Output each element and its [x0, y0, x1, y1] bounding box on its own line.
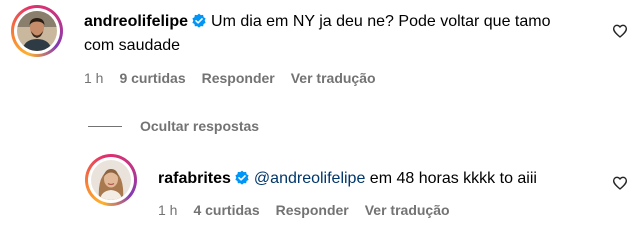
likes-count[interactable]: 9 curtidas [119, 70, 185, 86]
profile-photo [91, 160, 131, 200]
timestamp: 1 h [158, 202, 178, 218]
divider-line [88, 125, 122, 127]
reply-comment: rafabrites @andreolifelipe em 48 horas kk… [0, 150, 640, 243]
comment-meta: 1 h 4 curtidas Responder Ver tradução [158, 202, 466, 218]
likes-count[interactable]: 4 curtidas [193, 202, 259, 218]
timestamp: 1 h [84, 70, 104, 86]
comment-text: em 48 horas kkkk to aiii [365, 170, 537, 187]
profile-photo [17, 11, 57, 51]
hide-replies-button[interactable]: Ocultar respostas [88, 117, 259, 135]
avatar[interactable] [85, 154, 137, 206]
see-translation-button[interactable]: Ver tradução [365, 202, 450, 218]
heart-outline-icon[interactable] [612, 175, 628, 191]
username-link[interactable]: andreolifelipe [84, 13, 188, 30]
avatar[interactable] [11, 5, 63, 57]
comment-meta: 1 h 9 curtidas Responder Ver tradução [84, 70, 392, 86]
heart-outline-icon[interactable] [612, 23, 628, 39]
comment-body: andreolifelipe Um dia em NY ja deu ne? Po… [84, 10, 584, 58]
comment: andreolifelipe Um dia em NY ja deu ne? Po… [0, 0, 640, 110]
hide-replies-label: Ocultar respostas [140, 118, 260, 134]
reply-button[interactable]: Responder [202, 70, 275, 86]
comment-body: rafabrites @andreolifelipe em 48 horas kk… [158, 167, 598, 191]
verified-badge-icon [191, 13, 207, 29]
verified-badge-icon [234, 170, 250, 186]
username-link[interactable]: rafabrites [158, 170, 231, 187]
see-translation-button[interactable]: Ver tradução [291, 70, 376, 86]
mention-link[interactable]: @andreolifelipe [254, 170, 365, 187]
reply-button[interactable]: Responder [276, 202, 349, 218]
